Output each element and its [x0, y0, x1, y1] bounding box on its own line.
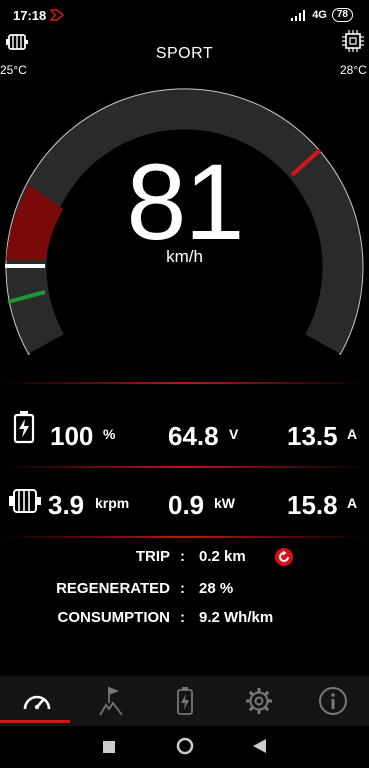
- nav-route[interactable]: [74, 676, 147, 726]
- battery-charging-icon: [13, 410, 35, 449]
- trip-label: TRIP: [135, 548, 170, 565]
- motor-temperature: 25°C: [0, 63, 27, 77]
- triangle-back-icon: [253, 739, 266, 753]
- square-icon: [103, 741, 115, 753]
- network-type: 4G: [312, 9, 327, 21]
- trip-line: TRIP : 0.2 km: [0, 548, 369, 568]
- power-value: 0.9: [168, 490, 205, 520]
- regen-value: 28 %: [199, 580, 234, 597]
- circle-icon: [176, 737, 194, 755]
- colon: :: [180, 609, 185, 626]
- colon: :: [180, 548, 185, 565]
- controller-temperature: 28°C: [340, 63, 367, 77]
- signal-icon: [291, 9, 306, 21]
- motor-current-value: 15.8: [287, 490, 338, 520]
- battery-row: 100 % 64.8 V 13.5 A: [0, 411, 369, 454]
- consumption-line: CONSUMPTION : 9.2 Wh/km: [0, 609, 369, 629]
- info-icon: [318, 687, 347, 715]
- status-icons: 4G 78: [291, 8, 353, 22]
- ride-mode[interactable]: SPORT: [0, 45, 369, 63]
- route-flag-icon: [98, 687, 123, 716]
- recents-button[interactable]: [103, 740, 115, 758]
- colon: :: [180, 580, 185, 597]
- home-button[interactable]: [176, 737, 194, 760]
- battery-percent-unit: %: [103, 426, 116, 442]
- power-unit: kW: [214, 495, 235, 511]
- motor-row: 3.9 krpm 0.9 kW 15.8 A: [0, 483, 369, 523]
- battery-level: 78: [331, 8, 353, 22]
- trip-value: 0.2 km: [199, 548, 246, 565]
- nav-info[interactable]: [296, 676, 369, 726]
- motor-current-unit: A: [347, 495, 358, 511]
- nav-battery[interactable]: [148, 676, 221, 726]
- separator: [0, 382, 369, 384]
- voltage-unit: V: [229, 426, 239, 442]
- battery-percent-value: 100: [50, 421, 94, 451]
- bottom-nav: [0, 676, 369, 726]
- motor-icon: [8, 485, 44, 522]
- speedometer-icon: [23, 695, 50, 710]
- speed-unit: km/h: [166, 247, 203, 266]
- reset-icon[interactable]: [275, 548, 293, 566]
- regen-line: REGENERATED : 28 %: [0, 580, 369, 600]
- consumption-value: 9.2 Wh/km: [199, 609, 274, 626]
- status-time: 17:18: [13, 8, 47, 23]
- app-logo-icon: [49, 8, 65, 26]
- settings-icon: [245, 688, 272, 714]
- consumption-label: CONSUMPTION: [57, 609, 171, 626]
- system-nav-bar: [0, 726, 369, 768]
- status-bar: 17:18 4G 78: [0, 0, 369, 32]
- nav-settings[interactable]: [222, 676, 295, 726]
- nav-dashboard[interactable]: [0, 676, 73, 726]
- battery-current-unit: A: [347, 426, 358, 442]
- battery-icon: [176, 687, 193, 715]
- voltage-value: 64.8: [168, 421, 219, 451]
- battery-current-value: 13.5: [287, 421, 338, 451]
- nav-selected-indicator: [0, 720, 70, 723]
- separator: [0, 536, 369, 538]
- rpm-value: 3.9: [48, 490, 85, 520]
- reset-trip-button[interactable]: [275, 548, 293, 570]
- speed-value: 81: [126, 141, 244, 262]
- separator: [0, 466, 369, 468]
- rpm-unit: krpm: [95, 495, 130, 511]
- regen-label: REGENERATED: [56, 580, 170, 597]
- back-button[interactable]: [253, 739, 266, 758]
